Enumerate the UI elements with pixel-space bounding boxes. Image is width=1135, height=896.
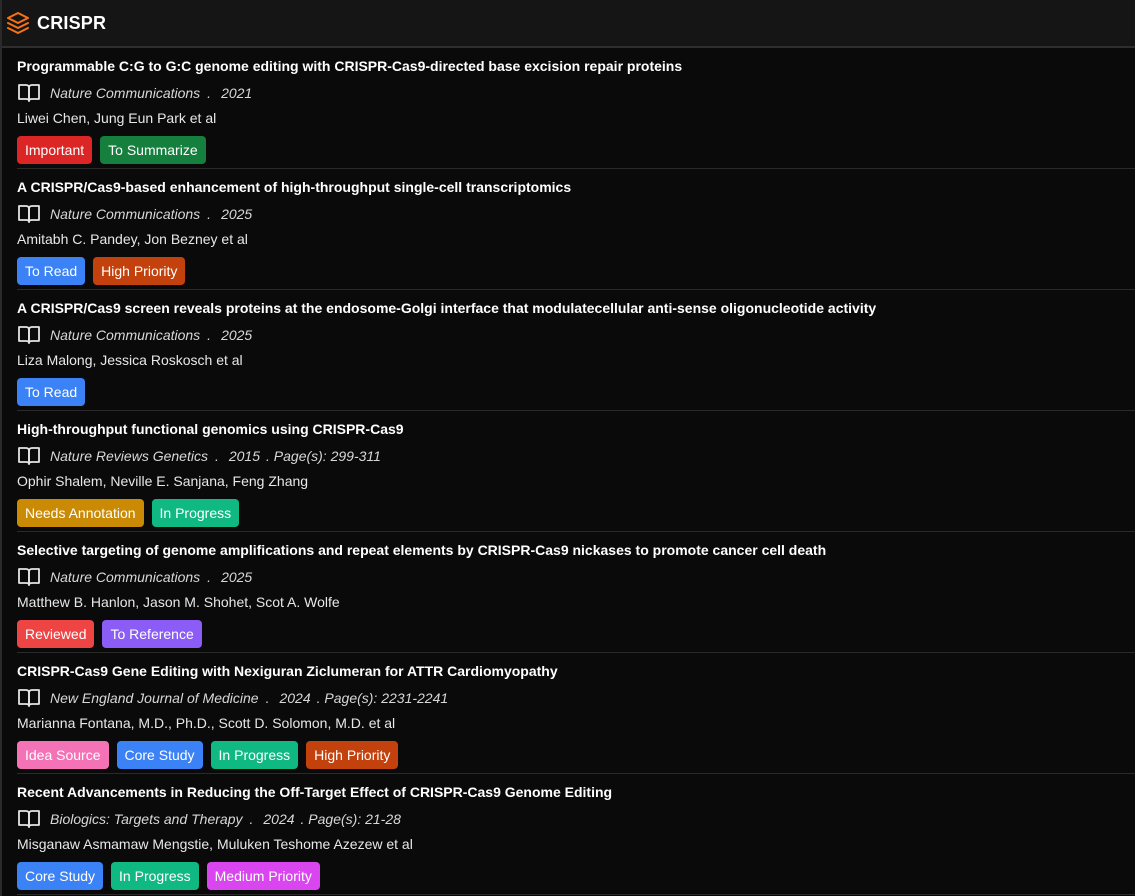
tag-core-study[interactable]: Core Study: [116, 741, 203, 769]
tag-core-study[interactable]: Core Study: [17, 862, 104, 890]
paper-meta: Nature Communications . 2021: [17, 83, 258, 103]
tag-needs-annotation[interactable]: Needs Annotation: [17, 499, 144, 527]
paper-authors: Marianna Fontana, M.D., Ph.D., Scott D. …: [17, 715, 396, 731]
paper-meta: Nature Reviews Genetics . 2015 . Page(s)…: [17, 446, 381, 466]
paper-authors: Liwei Chen, Jung Eun Park et al: [17, 110, 217, 126]
paper-pages: . Page(s): 21-28: [300, 811, 401, 827]
paper-meta: Biologics: Targets and Therapy . 2024 . …: [17, 809, 401, 829]
book-open-icon: [17, 688, 41, 708]
tag-in-progress[interactable]: In Progress: [210, 741, 299, 769]
paper-item[interactable]: Programmable C:G to G:C genome editing w…: [17, 48, 1135, 169]
layers-icon: [5, 10, 31, 36]
app-window: CRISPR Programmable C:G to G:C genome ed…: [0, 0, 1135, 896]
paper-tags: Core Study In Progress Medium Priority: [17, 862, 320, 890]
tag-to-summarize[interactable]: To Summarize: [100, 136, 206, 164]
book-open-icon: [17, 809, 41, 829]
paper-title[interactable]: Recent Advancements in Reducing the Off-…: [17, 784, 612, 800]
paper-title[interactable]: Programmable C:G to G:C genome editing w…: [17, 58, 682, 74]
paper-item[interactable]: A CRISPR/Cas9-based enhancement of high-…: [17, 169, 1135, 290]
paper-journal: New England Journal of Medicine: [50, 690, 259, 706]
paper-tags: Needs Annotation In Progress: [17, 499, 240, 527]
paper-journal: Biologics: Targets and Therapy: [50, 811, 243, 827]
paper-year: 2021: [221, 85, 253, 101]
paper-journal: Nature Communications: [50, 206, 201, 222]
paper-title[interactable]: A CRISPR/Cas9-based enhancement of high-…: [17, 179, 571, 195]
meta-separator: .: [249, 811, 254, 827]
paper-item[interactable]: CRISPR-Cas9 Gene Editing with Nexiguran …: [17, 653, 1135, 774]
tag-high-priority[interactable]: High Priority: [306, 741, 399, 769]
paper-journal: Nature Communications: [50, 569, 201, 585]
paper-authors: Misganaw Asmamaw Mengstie, Muluken Tesho…: [17, 836, 413, 852]
tag-idea-source[interactable]: Idea Source: [17, 741, 109, 769]
book-open-icon: [17, 325, 41, 345]
paper-journal: Nature Reviews Genetics: [50, 448, 208, 464]
paper-authors: Ophir Shalem, Neville E. Sanjana, Feng Z…: [17, 473, 309, 489]
paper-pages: . Page(s): 2231-2241: [316, 690, 449, 706]
book-open-icon: [17, 83, 41, 103]
paper-tags: Important To Summarize: [17, 136, 206, 164]
meta-separator: .: [207, 206, 212, 222]
paper-item[interactable]: Recent Advancements in Reducing the Off-…: [17, 774, 1135, 895]
paper-year: 2015: [228, 448, 260, 464]
tag-to-read[interactable]: To Read: [17, 378, 86, 406]
paper-meta: Nature Communications . 2025: [17, 567, 258, 587]
paper-meta: Nature Communications . 2025: [17, 325, 258, 345]
paper-item[interactable]: Selective targeting of genome amplificat…: [17, 532, 1135, 653]
paper-title[interactable]: A CRISPR/Cas9 screen reveals proteins at…: [17, 300, 876, 316]
app-title: CRISPR: [37, 12, 107, 33]
meta-separator: .: [265, 690, 270, 706]
paper-journal: Nature Communications: [50, 85, 201, 101]
paper-tags: To Read: [17, 378, 86, 406]
paper-item[interactable]: A CRISPR/Cas9 screen reveals proteins at…: [17, 290, 1135, 411]
meta-separator: .: [214, 448, 219, 464]
paper-tags: Reviewed To Reference: [17, 620, 202, 648]
paper-item[interactable]: High-throughput functional genomics usin…: [17, 411, 1135, 532]
paper-year: 2025: [221, 327, 253, 343]
meta-separator: .: [207, 85, 212, 101]
paper-year: 2024: [263, 811, 295, 827]
tag-reviewed[interactable]: Reviewed: [17, 620, 95, 648]
book-open-icon: [17, 204, 41, 224]
book-open-icon: [17, 567, 41, 587]
paper-title[interactable]: Selective targeting of genome amplificat…: [17, 542, 826, 558]
paper-title[interactable]: CRISPR-Cas9 Gene Editing with Nexiguran …: [17, 663, 558, 679]
paper-year: 2025: [221, 569, 253, 585]
paper-authors: Amitabh C. Pandey, Jon Bezney et al: [17, 231, 248, 247]
paper-list: Programmable C:G to G:C genome editing w…: [2, 48, 1135, 895]
meta-separator: .: [207, 569, 212, 585]
tag-to-reference[interactable]: To Reference: [102, 620, 202, 648]
paper-authors: Liza Malong, Jessica Roskosch et al: [17, 352, 243, 368]
tag-high-priority[interactable]: High Priority: [93, 257, 186, 285]
tag-medium-priority[interactable]: Medium Priority: [206, 862, 320, 890]
tag-important[interactable]: Important: [17, 136, 93, 164]
paper-authors: Matthew B. Hanlon, Jason M. Shohet, Scot…: [17, 594, 340, 610]
paper-year: 2024: [279, 690, 311, 706]
tag-in-progress[interactable]: In Progress: [111, 862, 199, 890]
paper-title[interactable]: High-throughput functional genomics usin…: [17, 421, 404, 437]
paper-pages: . Page(s): 299-311: [266, 448, 381, 464]
paper-tags: Idea Source Core Study In Progress High Pri…: [17, 741, 399, 769]
meta-separator: .: [207, 327, 212, 343]
tag-to-read[interactable]: To Read: [17, 257, 86, 285]
paper-meta: New England Journal of Medicine . 2024 .…: [17, 688, 448, 708]
paper-tags: To Read High Priority: [17, 257, 186, 285]
book-open-icon: [17, 446, 41, 466]
app-header: CRISPR: [2, 0, 1135, 48]
tag-in-progress[interactable]: In Progress: [151, 499, 240, 527]
paper-year: 2025: [221, 206, 253, 222]
paper-journal: Nature Communications: [50, 327, 201, 343]
paper-meta: Nature Communications . 2025: [17, 204, 258, 224]
